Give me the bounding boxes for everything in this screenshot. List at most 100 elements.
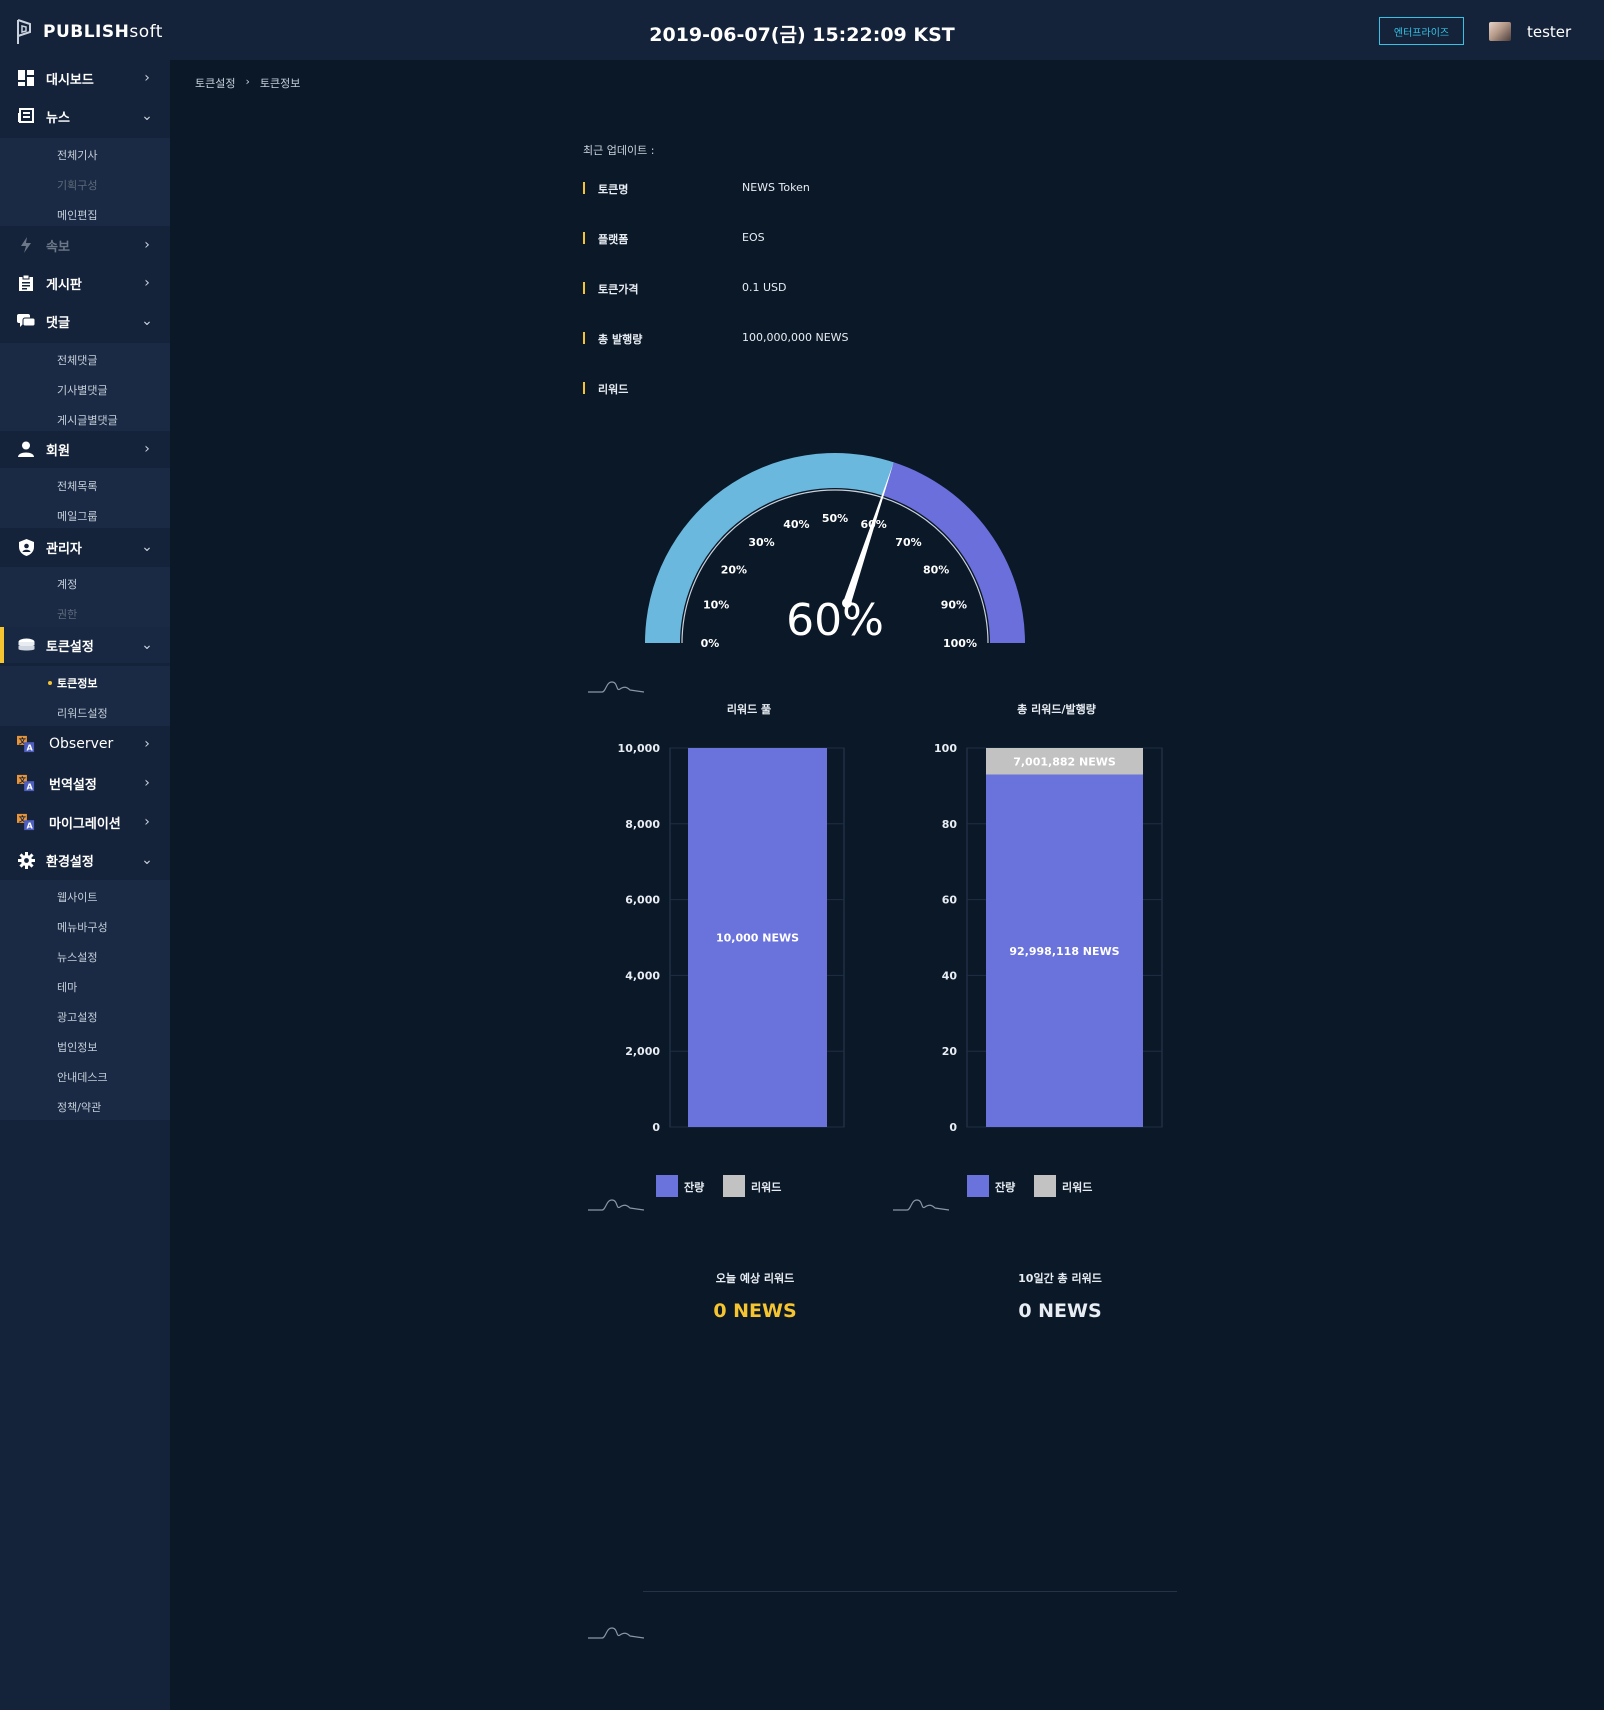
submenu-item-news-settings[interactable]: 뉴스설정 bbox=[57, 949, 97, 965]
translate-icon: 文A bbox=[17, 735, 35, 753]
submenu-item-help-desk[interactable]: 안내데스크 bbox=[57, 1069, 108, 1085]
chart-title: 총 리워드/발행량 bbox=[1017, 702, 1096, 716]
legend-label: 리워드 bbox=[751, 1180, 781, 1194]
sidebar-item-translation[interactable]: 文A 번역설정 › bbox=[0, 765, 170, 801]
y-tick-label: 6,000 bbox=[625, 894, 660, 907]
submenu-admin: 계정 권한 bbox=[0, 567, 170, 627]
token-info-value: 0.1 USD bbox=[742, 281, 787, 294]
submenu-item-planning[interactable]: 기획구성 bbox=[57, 177, 97, 193]
sidebar-item-admin[interactable]: 관리자 ⌄ bbox=[0, 529, 170, 565]
submenu-item-company-info[interactable]: 법인정보 bbox=[57, 1039, 97, 1055]
submenu-members: 전체목록 메일그룹 bbox=[0, 468, 170, 528]
gauge-tick-label: 90% bbox=[941, 598, 967, 611]
bar-data-label: 92,998,118 NEWS bbox=[1009, 945, 1119, 958]
y-tick-label: 8,000 bbox=[625, 818, 660, 831]
gauge-tick-label: 100% bbox=[943, 637, 977, 650]
sidebar-item-breaking[interactable]: 속보 › bbox=[0, 227, 170, 263]
sidebar-item-label: 토큰설정 bbox=[46, 639, 94, 655]
chevron-down-icon: ⌄ bbox=[141, 313, 153, 329]
submenu-comments: 전체댓글 기사별댓글 게시글별댓글 bbox=[0, 343, 170, 431]
sidebar-item-token-settings[interactable]: 토큰설정 ⌄ bbox=[0, 627, 170, 663]
shield-icon bbox=[17, 538, 35, 556]
sidebar-item-label: 게시판 bbox=[46, 277, 82, 293]
last-updated-label: 최근 업데이트 : bbox=[583, 144, 655, 157]
sidebar-item-news[interactable]: 뉴스 ⌄ bbox=[0, 98, 170, 134]
y-tick-label: 0 bbox=[949, 1121, 957, 1134]
translate-icon: 文A bbox=[17, 813, 35, 831]
submenu-item-main-edit[interactable]: 메인편집 bbox=[57, 207, 97, 223]
submenu-item-post-comments[interactable]: 게시글별댓글 bbox=[57, 412, 118, 428]
y-tick-label: 60 bbox=[942, 894, 958, 907]
submenu-item-mail-group[interactable]: 메일그룹 bbox=[57, 508, 97, 524]
total-reward-chart: 총 리워드/발행량 0 20 40 60 80 100 92,998,118 NEWS 7,00… bbox=[934, 702, 1163, 1197]
token-info-row: 총 발행량 100,000,000 NEWS bbox=[583, 331, 1083, 347]
sidebar-item-comments[interactable]: 댓글 ⌄ bbox=[0, 303, 170, 339]
chevron-right-icon: › bbox=[245, 75, 250, 88]
chevron-down-icon: ⌄ bbox=[141, 637, 153, 653]
chevron-right-icon: › bbox=[144, 736, 150, 752]
chevron-right-icon: › bbox=[144, 70, 150, 86]
submenu-item-all-comments[interactable]: 전체댓글 bbox=[57, 352, 97, 368]
gauge-tick-label: 80% bbox=[923, 564, 949, 577]
sidebar-item-members[interactable]: 회원 › bbox=[0, 431, 170, 467]
submenu-item-token-info[interactable]: 토큰정보 bbox=[47, 675, 97, 691]
token-info-key: 리워드 bbox=[598, 383, 629, 396]
gauge-remaining-arc bbox=[882, 462, 1025, 643]
sidebar-item-label: 환경설정 bbox=[46, 854, 94, 870]
submenu-item-member-list[interactable]: 전체목록 bbox=[57, 478, 97, 494]
chevron-right-icon: › bbox=[144, 441, 150, 457]
sidebar-item-label: 마이그레이션 bbox=[49, 816, 121, 832]
chevron-down-icon: ⌄ bbox=[141, 539, 153, 555]
ten-day-reward-value: 0 NEWS bbox=[1018, 1300, 1102, 1322]
enterprise-button[interactable]: 엔터프라이즈 bbox=[1379, 17, 1464, 45]
submenu-item-all-articles[interactable]: 전체기사 bbox=[57, 147, 97, 163]
row-marker bbox=[583, 332, 585, 344]
gauge-tick-label: 10% bbox=[703, 598, 729, 611]
token-info-row: 토큰가격 0.1 USD bbox=[583, 281, 1083, 297]
today-expected-reward-label: 오늘 예상 리워드 bbox=[715, 1272, 795, 1285]
submenu-item-account[interactable]: 계정 bbox=[57, 576, 77, 592]
chevron-down-icon: ⌄ bbox=[141, 108, 153, 124]
svg-text:A: A bbox=[26, 781, 33, 791]
submenu-item-menubar[interactable]: 메뉴바구성 bbox=[57, 919, 108, 935]
token-info-key: 총 발행량 bbox=[598, 333, 643, 346]
lightning-icon bbox=[17, 236, 35, 254]
submenu-item-policy[interactable]: 정책/약관 bbox=[57, 1099, 101, 1115]
chevron-right-icon: › bbox=[144, 275, 150, 291]
submenu-news: 전체기사 기획구성 메인편집 bbox=[0, 138, 170, 226]
sidebar-item-label: Observer bbox=[49, 736, 114, 752]
y-tick-label: 40 bbox=[942, 969, 958, 982]
submenu-item-permission[interactable]: 권한 bbox=[57, 606, 77, 622]
dashboard-icon bbox=[17, 69, 35, 87]
row-marker bbox=[583, 382, 585, 394]
token-info-key: 플랫폼 bbox=[598, 233, 629, 246]
y-tick-label: 10,000 bbox=[618, 742, 661, 755]
username[interactable]: tester bbox=[1527, 23, 1571, 41]
svg-text:A: A bbox=[26, 820, 33, 830]
submenu-item-website[interactable]: 웹사이트 bbox=[57, 889, 97, 905]
legend-label: 잔량 bbox=[684, 1180, 704, 1194]
submenu-item-theme[interactable]: 테마 bbox=[57, 979, 77, 995]
gauge-value-label: 60% bbox=[786, 595, 884, 646]
sidebar-item-board[interactable]: 게시판 › bbox=[0, 265, 170, 301]
legend-swatch bbox=[967, 1175, 989, 1197]
sidebar-item-label: 회원 bbox=[46, 443, 70, 459]
bar-data-label: 10,000 NEWS bbox=[716, 932, 799, 945]
sidebar-item-environment[interactable]: 환경설정 ⌄ bbox=[0, 842, 170, 878]
token-info-value: NEWS Token bbox=[742, 181, 810, 194]
token-info-row: 리워드 bbox=[583, 381, 1083, 397]
submenu-item-ads[interactable]: 광고설정 bbox=[57, 1009, 97, 1025]
chevron-down-icon: ⌄ bbox=[141, 852, 153, 868]
chevron-right-icon: › bbox=[144, 237, 150, 253]
svg-text:A: A bbox=[26, 742, 33, 752]
top-bar: PUBLISHsoft 2019-06-07(금) 15:22:09 KST 엔… bbox=[0, 0, 1604, 60]
sidebar-item-dashboard[interactable]: 대시보드 › bbox=[0, 60, 170, 96]
avatar[interactable] bbox=[1489, 22, 1511, 41]
submenu-item-article-comments[interactable]: 기사별댓글 bbox=[57, 382, 108, 398]
row-marker bbox=[583, 232, 585, 244]
sidebar-item-observer[interactable]: 文A Observer › bbox=[0, 726, 170, 762]
sidebar-item-migration[interactable]: 文A 마이그레이션 › bbox=[0, 804, 170, 840]
breadcrumb-item[interactable]: 토큰설정 bbox=[195, 75, 235, 91]
y-tick-label: 20 bbox=[942, 1045, 958, 1058]
submenu-item-reward-settings[interactable]: 리워드설정 bbox=[57, 705, 108, 721]
